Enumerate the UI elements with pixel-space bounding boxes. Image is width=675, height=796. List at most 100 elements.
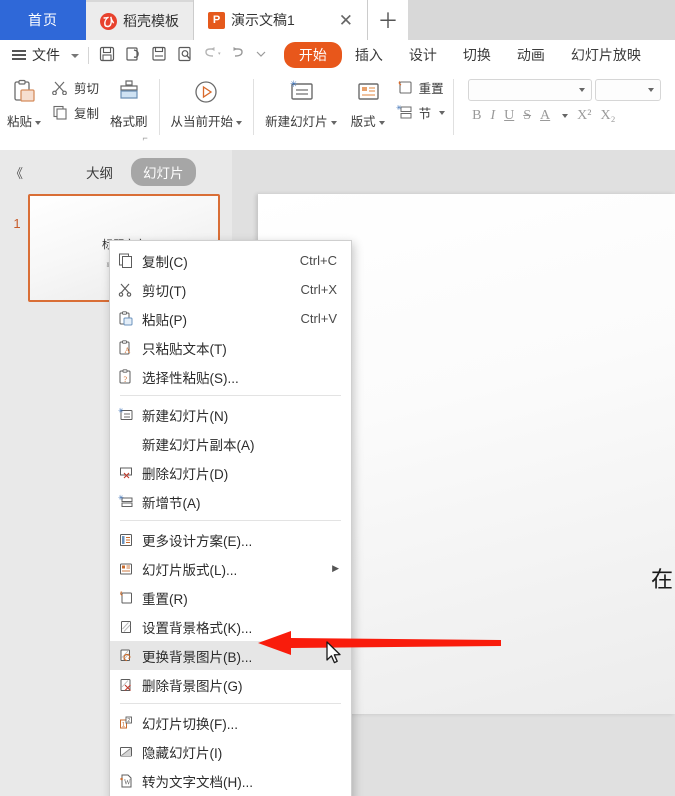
layout-button[interactable]: 版式 (344, 71, 392, 130)
paste-button[interactable]: 粘贴 (0, 71, 48, 130)
ribbon-tab-start[interactable]: 开始 (283, 42, 342, 68)
context-menu-item-convert-to-document[interactable]: W 转为文字文档(H)... (110, 766, 351, 795)
ribbon-toolbar: 粘贴 剪切 复制 格式刷 ⌐ 从当前开始 ✳ 新建幻灯片 版式 重置 ✳ 节 B… (0, 71, 675, 150)
tab-home[interactable]: 首页 (0, 0, 86, 40)
collapse-panel-icon[interactable]: 《 (10, 163, 23, 182)
scissors-icon (110, 282, 142, 298)
format-painter-button[interactable]: 格式刷 ⌐ (103, 71, 155, 143)
layout-icon (353, 77, 383, 109)
delete-slide-icon (110, 465, 142, 481)
context-menu-item-paste-text-only[interactable]: A 只粘贴文本(T) (110, 333, 351, 362)
ribbon-divider-3 (453, 79, 455, 135)
context-menu-item-cut[interactable]: 剪切(T) Ctrl+X (110, 275, 351, 304)
ribbon-tab-transition[interactable]: 切换 (450, 42, 504, 68)
ppt-icon: P (208, 11, 225, 29)
new-slide-label: 新建幻灯片 (265, 111, 337, 130)
italic-button[interactable]: I (490, 108, 495, 124)
context-menu-label: 新建幻灯片(N) (142, 408, 229, 424)
context-menu-item-hide-slide[interactable]: 隐藏幻灯片(I) (110, 737, 351, 766)
reset-label: 重置 (418, 82, 444, 96)
new-tab-button[interactable]: ＋ (368, 0, 409, 40)
copy-button[interactable]: 复制 (48, 102, 103, 123)
context-menu-item-format-background[interactable]: 设置背景格式(K)... (110, 612, 351, 641)
context-menu-item-more-design[interactable]: 更多设计方案(E)... (110, 525, 351, 554)
format-painter-label: 格式刷 (110, 115, 148, 129)
print-icon[interactable] (150, 45, 172, 65)
redo-icon[interactable] (228, 45, 250, 65)
print-preview-icon[interactable] (176, 45, 198, 65)
ribbon-group-slideshow: 从当前开始 (164, 71, 250, 150)
save-icon[interactable] (98, 45, 120, 65)
font-color-button[interactable]: A (540, 108, 550, 124)
bg-format-icon (110, 619, 142, 635)
context-menu-item-duplicate-slide[interactable]: 新建幻灯片副本(A) (110, 429, 351, 458)
panel-header: 《 大纲 幻灯片 (0, 150, 232, 194)
tab-docer-template[interactable]: ひ 稻壳模板 (86, 2, 193, 40)
save-as-icon[interactable] (124, 45, 146, 65)
start-from-current-button[interactable]: 从当前开始 (164, 71, 250, 130)
context-menu-label: 幻灯片版式(L)... (142, 562, 238, 578)
chevron-down-icon (562, 114, 569, 118)
menu-bar: 文件 开始 插入 设计 切换 动画 幻灯片放映 (0, 40, 675, 71)
superscript-button[interactable]: X² (577, 108, 591, 124)
format-painter-icon (114, 77, 144, 109)
undo-icon[interactable] (202, 45, 224, 65)
context-menu-item-add-section[interactable]: ✳ 新增节(A) (110, 487, 351, 516)
font-name-select[interactable] (468, 79, 593, 101)
context-menu-item-slide-transition[interactable]: 12 幻灯片切换(F)... (110, 708, 351, 737)
context-menu-item-copy[interactable]: 复制(C) Ctrl+C (110, 246, 351, 275)
cut-label: 剪切 (74, 82, 100, 96)
svg-text:✳: ✳ (290, 79, 298, 89)
context-menu-item-delete-background-image[interactable]: 删除背景图片(G) (110, 670, 351, 699)
context-menu-item-paste[interactable]: 粘贴(P) Ctrl+V (110, 304, 351, 333)
context-menu-label: 更多设计方案(E)... (142, 533, 253, 549)
context-menu-item-delete-slide[interactable]: 删除幻灯片(D) (110, 458, 351, 487)
close-icon[interactable]: ✕ (339, 12, 353, 29)
cut-button[interactable]: 剪切 (48, 77, 103, 98)
context-menu-item-paste-special[interactable]: ? 选择性粘贴(S)... (110, 362, 351, 391)
font-size-select[interactable] (595, 79, 662, 101)
context-menu-item-new-slide[interactable]: ✳ 新建幻灯片(N) (110, 400, 351, 429)
paste-special-icon: ? (110, 368, 142, 385)
copy-icon (53, 105, 67, 120)
chevron-down-icon (378, 120, 385, 125)
context-menu-item-reset[interactable]: 重置(R) (110, 583, 351, 612)
context-menu-item-replace-background-image[interactable]: 更换背景图片(B)... (110, 641, 351, 670)
reset-button[interactable]: 重置 (392, 77, 450, 98)
context-menu-label: 幻灯片切换(F)... (142, 716, 238, 732)
ribbon-tab-animation[interactable]: 动画 (504, 42, 558, 68)
bold-button[interactable]: B (472, 108, 481, 124)
context-menu-label: 新增节(A) (142, 495, 201, 511)
section-button[interactable]: ✳ 节 (392, 102, 450, 123)
context-menu-label: 剪切(T) (142, 283, 187, 299)
hamburger-icon[interactable] (12, 50, 26, 60)
clipboard-dialog-launcher-icon[interactable]: ⌐ (143, 133, 152, 143)
strikethrough-button[interactable]: S (523, 108, 531, 124)
customize-quick-access-icon[interactable] (254, 45, 276, 65)
svg-text:A: A (125, 346, 131, 355)
ribbon-tab-insert[interactable]: 插入 (342, 42, 396, 68)
paste-label: 粘贴 (7, 111, 42, 130)
file-menu-button[interactable]: 文件 (32, 45, 79, 65)
context-menu-item-slide-layout[interactable]: 幻灯片版式(L)... ▶ (110, 554, 351, 583)
ribbon-tab-list: 开始 插入 设计 切换 动画 幻灯片放映 (283, 42, 654, 68)
ribbon-tab-design[interactable]: 设计 (396, 42, 450, 68)
slide-layout-icon (110, 561, 142, 577)
slide-transition-icon: 12 (110, 715, 142, 731)
submenu-arrow-icon: ▶ (332, 563, 339, 573)
context-menu-label: 隐藏幻灯片(I) (142, 745, 223, 761)
subscript-button[interactable]: X₂ (600, 108, 615, 124)
section-icon: ✳ (396, 105, 412, 119)
new-slide-button[interactable]: ✳ 新建幻灯片 (258, 71, 344, 130)
start-from-current-label: 从当前开始 (171, 111, 243, 130)
hide-slide-icon (110, 744, 142, 760)
scissors-icon (52, 81, 67, 95)
tab-presentation1[interactable]: P 演示文稿1 ✕ (193, 0, 369, 40)
tab-outline[interactable]: 大纲 (74, 158, 125, 186)
tab-slides[interactable]: 幻灯片 (131, 158, 196, 186)
ribbon-tab-design-label: 设计 (408, 47, 437, 63)
ribbon-tab-slideshow[interactable]: 幻灯片放映 (558, 42, 654, 68)
context-menu-shortcut: Ctrl+C (299, 253, 337, 268)
context-menu-label: 删除背景图片(G) (142, 678, 243, 694)
underline-button[interactable]: U (504, 108, 514, 124)
